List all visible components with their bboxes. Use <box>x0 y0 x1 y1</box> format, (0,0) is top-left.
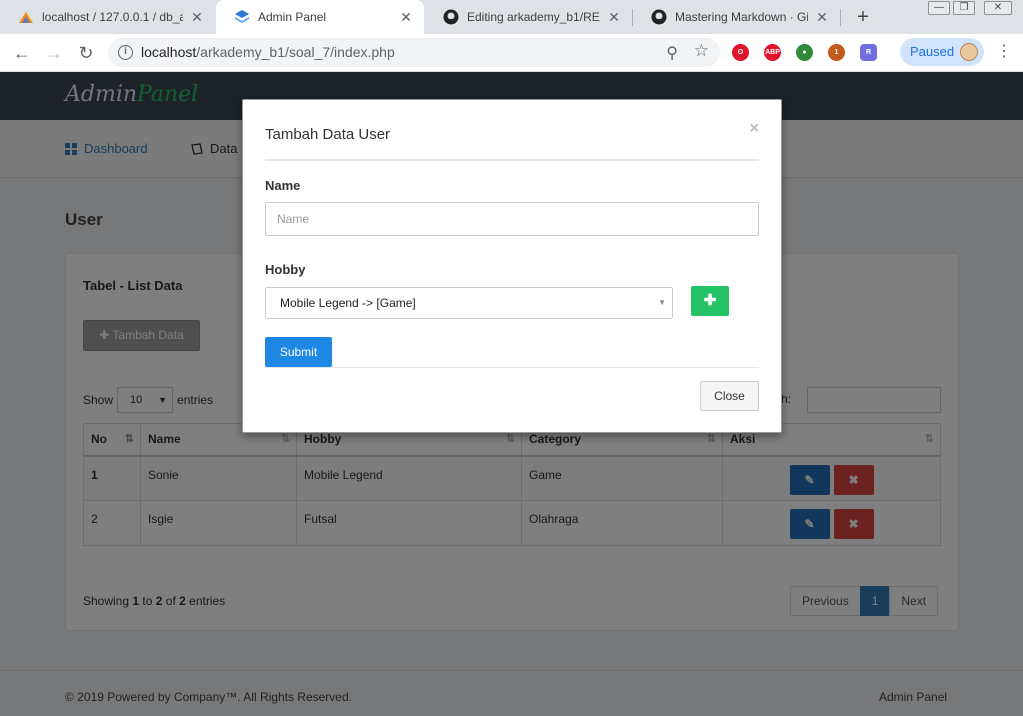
modal-footer-divider <box>265 367 759 368</box>
back-arrow-icon[interactable]: ← <box>11 42 33 64</box>
chevron-down-icon: ▼ <box>658 298 666 307</box>
window-close-icon[interactable]: ✕ <box>984 1 1012 15</box>
add-user-modal: Tambah Data User × Name Hobby Mobile Leg… <box>242 99 782 433</box>
browser-tab-phpmyadmin[interactable]: localhost / 127.0.0.1 / db_arkademy ✕ <box>0 0 215 34</box>
reload-icon[interactable]: ↻ <box>75 42 97 64</box>
tab-close-icon[interactable]: ✕ <box>814 9 830 26</box>
globe-ext-icon[interactable]: ● <box>796 44 813 61</box>
tab-close-icon[interactable]: ✕ <box>398 9 414 26</box>
restore-icon[interactable]: ❐ <box>953 1 975 15</box>
tab-close-icon[interactable]: ✕ <box>606 9 622 26</box>
opera-ext-icon[interactable]: O <box>732 44 749 61</box>
tab-separator <box>840 9 841 26</box>
adblock-ext-icon[interactable]: ABP <box>764 44 781 61</box>
submit-button[interactable]: Submit <box>265 337 332 367</box>
minimize-icon[interactable]: — <box>928 1 950 15</box>
close-button[interactable]: Close <box>700 381 759 411</box>
browser-tab-admin-panel[interactable]: Admin Panel ✕ <box>216 0 424 34</box>
hobby-selected-value: Mobile Legend -> [Game] <box>280 296 416 310</box>
close-icon[interactable]: × <box>750 120 759 138</box>
zoom-icon[interactable]: ⚲ <box>666 43 678 63</box>
tab-title: localhost / 127.0.0.1 / db_arkademy <box>42 10 183 24</box>
modal-title: Tambah Data User <box>265 126 391 143</box>
browser-menu-icon[interactable]: ⋮ <box>996 44 1012 60</box>
plus-icon: ✚ <box>703 292 717 309</box>
monkey-ext-icon[interactable]: 1 <box>828 44 845 61</box>
name-label: Name <box>265 178 301 193</box>
hobby-label: Hobby <box>265 262 306 277</box>
url-host: localhost <box>141 44 197 60</box>
address-url[interactable]: localhost/arkademy_b1/soal_7/index.php <box>141 44 395 60</box>
profile-paused-button[interactable]: Paused <box>900 38 984 66</box>
layers-icon <box>235 10 249 23</box>
profile-status-label: Paused <box>910 44 955 59</box>
browser-toolbar: ← → ↻ i localhost/arkademy_b1/soal_7/ind… <box>0 34 1023 72</box>
browser-tab-editing-readme[interactable]: Editing arkademy_b1/README.md ✕ <box>425 0 632 34</box>
github-icon <box>443 9 459 25</box>
site-info-icon[interactable]: i <box>118 45 133 60</box>
bookmark-star-icon[interactable]: ☆ <box>694 41 709 61</box>
avatar <box>960 43 978 61</box>
modal-divider <box>265 159 759 161</box>
github-icon <box>651 9 667 25</box>
url-path: /arkademy_b1/soal_7/index.php <box>196 44 395 60</box>
tab-title: Editing arkademy_b1/README.md <box>467 10 600 24</box>
forward-arrow-icon[interactable]: → <box>43 42 65 64</box>
hobby-select[interactable]: Mobile Legend -> [Game] ▼ <box>265 287 673 319</box>
browser-tab-mastering-markdown[interactable]: Mastering Markdown · GitHub Guides ✕ <box>633 0 840 34</box>
ext-badge: 1 <box>834 49 839 56</box>
r-ext-icon[interactable]: R <box>860 44 877 61</box>
tab-title: Admin Panel <box>258 10 327 24</box>
add-hobby-button[interactable]: ✚ <box>691 286 729 316</box>
address-bar[interactable]: i localhost/arkademy_b1/soal_7/index.php… <box>108 38 720 67</box>
tab-close-icon[interactable]: ✕ <box>189 9 205 26</box>
name-input[interactable] <box>265 202 759 236</box>
new-tab-plus-icon[interactable]: + <box>852 6 874 28</box>
browser-tabstrip: localhost / 127.0.0.1 / db_arkademy ✕ Ad… <box>0 0 1023 34</box>
phpmyadmin-icon <box>19 12 33 23</box>
tab-title: Mastering Markdown · GitHub Guides <box>675 10 808 24</box>
